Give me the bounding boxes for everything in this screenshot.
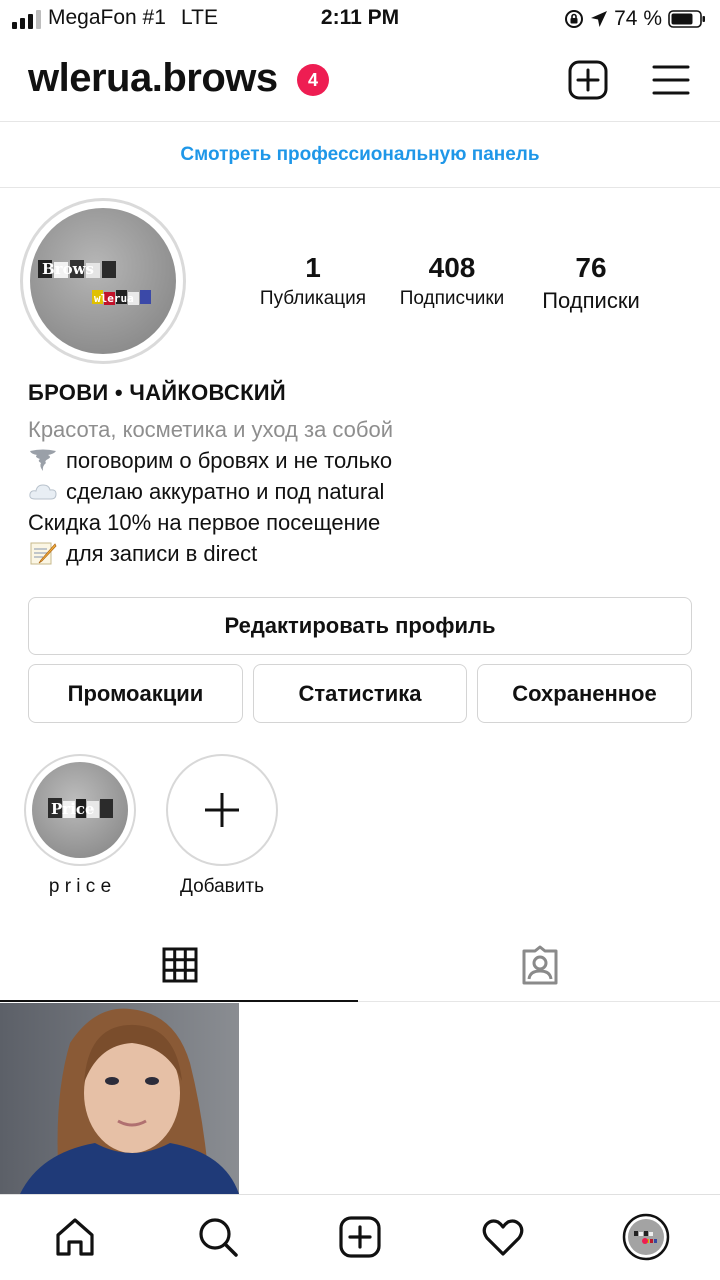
- highlight-label: Добавить: [180, 876, 264, 897]
- avatar[interactable]: Brows wlerua: [30, 208, 176, 354]
- notification-badge[interactable]: 4: [297, 64, 329, 96]
- professional-dashboard-bar: Смотреть профессиональную панель: [0, 122, 720, 188]
- tab-tagged[interactable]: [360, 928, 720, 1002]
- posts-count: 1: [305, 252, 321, 283]
- highlight-label: p r i c e: [48, 876, 112, 897]
- highlight-price[interactable]: Price p r i c e: [24, 754, 136, 898]
- home-icon[interactable]: [53, 1215, 97, 1259]
- memo-emoji-icon: [30, 542, 57, 565]
- avatar-letters-top: Brows: [42, 260, 94, 278]
- active-tab-indicator: [0, 1000, 358, 1002]
- profile-tabs: [0, 928, 720, 1002]
- bio-line-text: для записи в direct: [66, 541, 258, 566]
- profile-display-name: БРОВИ • ЧАЙКОВСКИЙ: [28, 380, 287, 405]
- followers-label: Подписчики: [399, 288, 505, 309]
- bio-line: поговорим о бровях и не только: [28, 445, 708, 476]
- add-highlight-circle: [166, 754, 278, 866]
- cloud-emoji-icon: [29, 484, 57, 500]
- menu-icon[interactable]: [652, 63, 690, 97]
- tab-posts-grid[interactable]: [0, 928, 360, 1002]
- new-post-icon[interactable]: [568, 60, 608, 100]
- avatar-art: Brows wlerua: [38, 260, 151, 305]
- bio-line-text: сделаю аккуратно и под natural: [66, 479, 385, 504]
- grid-icon: [162, 947, 198, 983]
- rotation-lock-icon: [565, 10, 584, 28]
- bottom-navigation: [0, 1194, 720, 1280]
- bio-line: сделаю аккуратно и под natural: [28, 476, 708, 507]
- battery-icon: [668, 10, 705, 28]
- bio-line-text: поговорим о бровях и не только: [66, 448, 393, 473]
- search-icon[interactable]: [196, 1215, 240, 1259]
- stat-followers[interactable]: 408 Подписчики: [388, 252, 516, 322]
- stat-posts[interactable]: 1 Публикация: [250, 252, 376, 322]
- promotions-button[interactable]: Промоакции: [28, 664, 243, 723]
- battery-percent: 74 %: [614, 7, 662, 30]
- avatar-letters-bottom: wlerua: [94, 292, 134, 305]
- insights-button[interactable]: Статистика: [253, 664, 467, 723]
- bio-line: Скидка 10% на первое посещение: [28, 510, 381, 535]
- saved-button[interactable]: Сохраненное: [477, 664, 692, 723]
- followers-count: 408: [428, 252, 476, 283]
- following-count: 76: [575, 252, 607, 283]
- profile-header: wlerua.brows 4: [0, 38, 720, 122]
- highlight-cover: Price: [24, 754, 136, 866]
- post-image: [0, 1003, 239, 1194]
- profile-category: Красота, косметика и уход за собой: [28, 417, 394, 442]
- following-label: Подписки: [542, 288, 640, 313]
- posts-label: Публикация: [259, 288, 367, 309]
- price-cover-text: Price: [51, 800, 95, 818]
- professional-dashboard-link[interactable]: Смотреть профессиональную панель: [180, 144, 539, 166]
- stat-following[interactable]: 76 Подписки: [530, 252, 652, 322]
- username-switcher[interactable]: wlerua.brows: [28, 56, 278, 101]
- new-post-nav-icon[interactable]: [338, 1215, 382, 1259]
- location-arrow-icon: [591, 11, 608, 27]
- price-cover-art: Price: [48, 798, 113, 818]
- profile-avatar-nav[interactable]: [622, 1213, 670, 1261]
- bio-line: для записи в direct: [28, 538, 708, 569]
- edit-profile-button[interactable]: Редактировать профиль: [28, 597, 692, 655]
- tagged-icon: [522, 945, 558, 985]
- heart-icon[interactable]: [481, 1215, 525, 1259]
- plus-icon: [205, 793, 239, 827]
- highlight-cover-image: Price: [32, 762, 128, 858]
- post-thumbnail[interactable]: [0, 1003, 239, 1194]
- profile-bio: БРОВИ • ЧАЙКОВСКИЙ Красота, косметика и …: [28, 380, 708, 569]
- profile-activity-dot: [642, 1238, 648, 1244]
- highlight-add[interactable]: Добавить: [166, 754, 278, 898]
- status-indicators: 74 %: [564, 6, 706, 32]
- tornado-emoji-icon: [30, 449, 56, 471]
- status-bar: MegaFon #1 LTE 2:11 PM 74 %: [0, 0, 720, 38]
